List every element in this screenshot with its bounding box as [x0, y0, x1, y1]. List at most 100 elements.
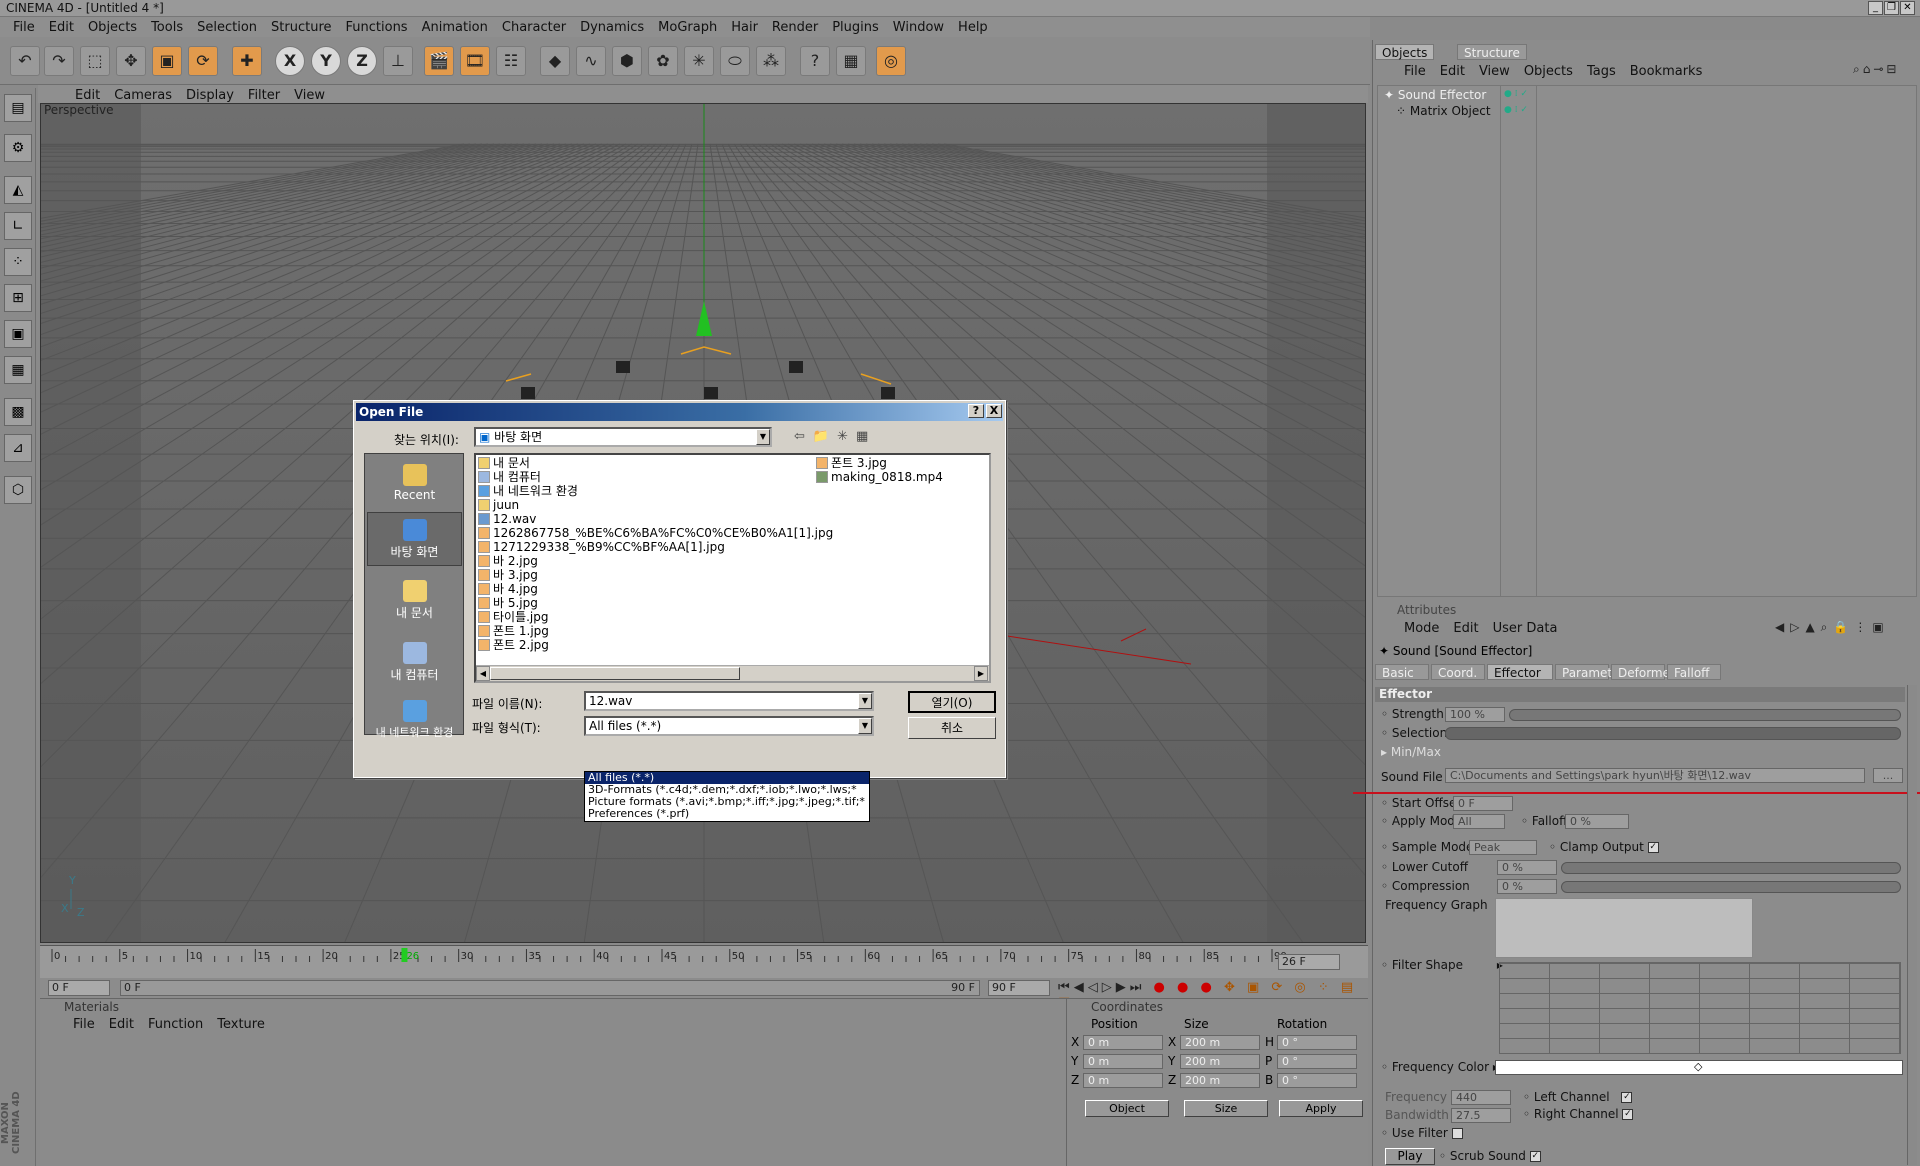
- scale-icon[interactable]: ▣: [152, 46, 182, 76]
- usefilter-checkbox[interactable]: [1451, 1128, 1463, 1139]
- help-icon[interactable]: ?: [800, 46, 830, 76]
- render-view-icon[interactable]: 🎬: [424, 46, 454, 76]
- file-item[interactable]: making_0818.mp4: [816, 469, 943, 485]
- file-item[interactable]: 폰트 2.jpg: [478, 637, 549, 653]
- tab-deformer[interactable]: Deformer: [1611, 664, 1675, 680]
- right-channel-checkbox[interactable]: ✓: [1622, 1109, 1634, 1120]
- selection-field[interactable]: [1445, 727, 1901, 740]
- samplemode-select[interactable]: Peak: [1469, 840, 1537, 855]
- lowercutoff-field[interactable]: 0 %: [1497, 860, 1557, 875]
- attr-scrollbar[interactable]: [1907, 685, 1917, 1165]
- layout-icon[interactable]: ▤: [4, 94, 32, 122]
- world-axis-icon[interactable]: ✚: [232, 46, 262, 76]
- nurbs-icon[interactable]: ⬢: [612, 46, 642, 76]
- file-list[interactable]: 내 문서 내 컴퓨터 내 네트워크 환경 juun 12.wav 1262867758_%…: [474, 453, 991, 683]
- filter-shape-graph[interactable]: [1499, 962, 1901, 1054]
- file-list-hscrollbar[interactable]: ◀ ▶: [476, 665, 989, 681]
- menu-objects[interactable]: Objects: [81, 20, 144, 35]
- model-mode-icon[interactable]: ◭: [4, 176, 32, 204]
- tab-objects[interactable]: Objects: [1375, 44, 1435, 60]
- attributes-menu-mode[interactable]: Mode: [1397, 621, 1446, 636]
- menu-help[interactable]: Help: [951, 20, 995, 35]
- menu-character[interactable]: Character: [495, 20, 573, 35]
- coord-pos-2[interactable]: 0 m: [1083, 1073, 1163, 1088]
- points-mode-icon[interactable]: ⁘: [4, 248, 32, 276]
- nav-arrows-icon[interactable]: ◀▷▲⌕🔒⋮▣: [1775, 620, 1890, 635]
- materials-menu-edit[interactable]: Edit: [102, 1017, 141, 1032]
- menu-functions[interactable]: Functions: [339, 20, 415, 35]
- tab-structure[interactable]: Structure: [1457, 44, 1527, 60]
- redo-icon[interactable]: ↷: [44, 46, 74, 76]
- clamp-output[interactable]: ◦ Clamp Output ✓: [1549, 840, 1659, 854]
- end-frame-field[interactable]: 90 F: [988, 980, 1050, 996]
- viewport-menu-display[interactable]: Display: [179, 88, 241, 103]
- viewport-menu-cameras[interactable]: Cameras: [107, 88, 179, 103]
- axis-mode-icon[interactable]: ∟: [4, 212, 32, 240]
- objects-menu-edit[interactable]: Edit: [1433, 64, 1472, 79]
- edges-mode-icon[interactable]: ⊞: [4, 284, 32, 312]
- start-frame-field[interactable]: 0 F: [48, 980, 110, 996]
- viewport-menu-filter[interactable]: Filter: [241, 88, 287, 103]
- restore-button[interactable]: ❐: [1884, 1, 1899, 15]
- sculpt-icon[interactable]: ⬡: [4, 476, 32, 504]
- objects-menu-objects[interactable]: Objects: [1517, 64, 1580, 79]
- bandwidth-field[interactable]: 27.5: [1451, 1108, 1511, 1123]
- filetype-select[interactable]: All files (*.*) ▼: [584, 716, 874, 736]
- timeline-ruler[interactable]: 05101520252630354045505560657075808590: [40, 946, 1368, 979]
- visibility-dots-icon[interactable]: ● ⁞ ✓: [1504, 105, 1528, 115]
- strength-field[interactable]: 100 %: [1445, 707, 1505, 722]
- place-recent[interactable]: Recent: [367, 458, 462, 512]
- table-icon[interactable]: ▦: [836, 46, 866, 76]
- coord-mode-select[interactable]: Object: [1085, 1100, 1169, 1117]
- menu-structure[interactable]: Structure: [264, 20, 338, 35]
- coord-pos-1[interactable]: 0 m: [1083, 1054, 1163, 1069]
- undo-icon[interactable]: ↶: [10, 46, 40, 76]
- visibility-dots-icon[interactable]: ● ⁞ ✓: [1504, 89, 1528, 99]
- dialog-close-button[interactable]: X: [986, 404, 1002, 418]
- minimize-button[interactable]: _: [1868, 1, 1883, 15]
- cancel-button[interactable]: 취소: [908, 717, 996, 739]
- place-network[interactable]: 내 네트워크 환경: [367, 694, 462, 748]
- apply-button[interactable]: Apply: [1279, 1100, 1363, 1117]
- scene-icon[interactable]: ⬭: [720, 46, 750, 76]
- compression-field[interactable]: 0 %: [1497, 879, 1557, 894]
- deformer-icon[interactable]: ✳: [684, 46, 714, 76]
- close-window-button[interactable]: ✕: [1900, 1, 1915, 15]
- frequency-field[interactable]: 440: [1451, 1090, 1511, 1105]
- menu-file[interactable]: File: [6, 20, 42, 35]
- filetype-option[interactable]: Preferences (*.prf): [585, 808, 869, 820]
- scrub-sound[interactable]: ◦ Scrub Sound ✓: [1439, 1149, 1541, 1163]
- menu-tools[interactable]: Tools: [144, 20, 190, 35]
- attributes-menu-user-data[interactable]: User Data: [1486, 621, 1565, 636]
- minmax-group[interactable]: ▸ Min/Max: [1381, 745, 1441, 759]
- menu-edit[interactable]: Edit: [42, 20, 81, 35]
- menu-hair[interactable]: Hair: [724, 20, 765, 35]
- search-icon[interactable]: ⌕⌂⊸⊟: [1853, 62, 1899, 77]
- materials-menu-texture[interactable]: Texture: [210, 1017, 272, 1032]
- menu-dynamics[interactable]: Dynamics: [573, 20, 651, 35]
- tab-effector[interactable]: Effector: [1487, 664, 1553, 680]
- render-settings-icon[interactable]: ☷: [496, 46, 526, 76]
- coord-rot-2[interactable]: 0 °: [1277, 1073, 1357, 1088]
- menu-mograph[interactable]: MoGraph: [651, 20, 724, 35]
- coordinate-system-icon[interactable]: ⊥: [383, 46, 413, 76]
- size-mode-select[interactable]: Size: [1184, 1100, 1268, 1117]
- coord-pos-0[interactable]: 0 m: [1083, 1035, 1163, 1050]
- browse-button[interactable]: ...: [1873, 768, 1903, 783]
- lookin-select[interactable]: ▣ 바탕 화면 ▼: [474, 427, 772, 447]
- menu-selection[interactable]: Selection: [190, 20, 264, 35]
- usefilter[interactable]: ◦ Use Filter: [1381, 1126, 1463, 1140]
- coord-rot-0[interactable]: 0 °: [1277, 1035, 1357, 1050]
- snap-icon[interactable]: ⊿: [4, 434, 32, 462]
- coord-size-2[interactable]: 200 m: [1180, 1073, 1260, 1088]
- gradient-knot-icon[interactable]: ◇: [1694, 1060, 1702, 1073]
- x-axis-icon[interactable]: X: [275, 46, 305, 76]
- left-channel[interactable]: ◦ Left Channel ✓: [1523, 1090, 1633, 1104]
- cube-icon[interactable]: ◆: [540, 46, 570, 76]
- viewport-menu-view[interactable]: View: [287, 88, 332, 103]
- place-documents[interactable]: 내 문서: [367, 574, 462, 628]
- rotate-icon[interactable]: ⟳: [188, 46, 218, 76]
- scroll-thumb[interactable]: [490, 667, 740, 680]
- timeline-playhead[interactable]: [401, 948, 408, 962]
- polygons-mode-icon[interactable]: ▣: [4, 320, 32, 348]
